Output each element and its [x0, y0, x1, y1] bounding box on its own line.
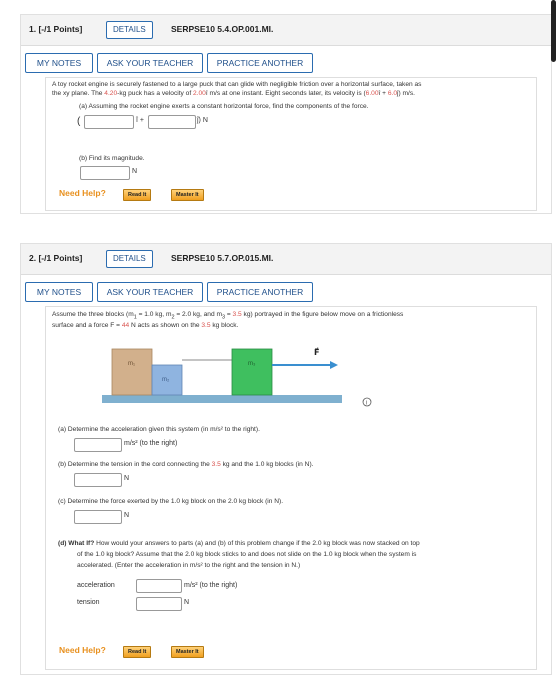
- scrollbar[interactable]: [551, 0, 556, 62]
- ask-teacher-button[interactable]: ASK YOUR TEACHER: [97, 282, 203, 302]
- acceleration-input[interactable]: [74, 438, 122, 452]
- arrow-head: [330, 361, 338, 369]
- contact-force-input[interactable]: [74, 510, 122, 524]
- part-c-text: (c) Determine the force exerted by the 1…: [58, 498, 284, 505]
- i-hat-label: î +: [136, 117, 144, 124]
- contact-force-unit: N: [124, 512, 130, 519]
- frictionless-surface: [102, 395, 342, 403]
- m1-label: m₁: [128, 361, 135, 367]
- read-it-button[interactable]: Read It: [123, 646, 152, 658]
- part-b-text: (b) Determine the tension in the cord co…: [58, 461, 314, 468]
- stacked-acceleration-input[interactable]: [136, 579, 182, 593]
- acceleration-unit: m/s² (to the right): [124, 440, 178, 447]
- stacked-tension-input[interactable]: [136, 597, 182, 611]
- problem-1-title: 1. [-/1 Points]: [29, 24, 83, 34]
- problem-1-header: 1. [-/1 Points] DETAILS SERPSE10 5.4.OP.…: [21, 15, 551, 46]
- problem-1: 1. [-/1 Points] DETAILS SERPSE10 5.4.OP.…: [20, 14, 552, 214]
- problem-2: 2. [-/1 Points] DETAILS SERPSE10 5.7.OP.…: [20, 243, 552, 675]
- acceleration-label: acceleration: [77, 582, 115, 589]
- block-m1: [111, 348, 153, 396]
- need-help-label: Need Help?: [59, 645, 106, 655]
- question-text-2: surface and a force F = 44 N acts as sho…: [52, 322, 239, 329]
- question-text: A toy rocket engine is securely fastened…: [52, 81, 422, 88]
- my-notes-button[interactable]: MY NOTES: [25, 53, 93, 73]
- problem-2-body: Assume the three blocks (m1 = 1.0 kg, m2…: [45, 306, 537, 670]
- info-icon[interactable]: i: [362, 397, 372, 407]
- tension-label: tension: [77, 599, 100, 606]
- master-it-button[interactable]: Master It: [171, 646, 204, 658]
- problem-1-body: A toy rocket engine is securely fastened…: [45, 77, 537, 211]
- magnitude-input[interactable]: [80, 166, 130, 180]
- force-label: F⃗: [314, 347, 319, 357]
- problem-code: SERPSE10 5.4.OP.001.MI.: [171, 24, 274, 34]
- master-it-button[interactable]: Master It: [171, 189, 204, 201]
- problem-2-header: 2. [-/1 Points] DETAILS SERPSE10 5.7.OP.…: [21, 244, 551, 275]
- tension-input[interactable]: [74, 473, 122, 487]
- force-y-input[interactable]: [148, 115, 196, 129]
- open-paren: (: [77, 116, 81, 127]
- m3-label: m₃: [248, 361, 256, 367]
- svg-text:i: i: [366, 401, 367, 407]
- details-button[interactable]: DETAILS: [106, 250, 153, 268]
- magnitude-unit: N: [132, 168, 138, 175]
- j-hat-label: ĵ) N: [197, 117, 208, 124]
- part-a-text: (a) Determine the acceleration given thi…: [58, 426, 260, 433]
- part-a-text: (a) Assuming the rocket engine exerts a …: [79, 103, 369, 110]
- ask-teacher-button[interactable]: ASK YOUR TEACHER: [97, 53, 203, 73]
- practice-another-button[interactable]: PRACTICE ANOTHER: [207, 282, 313, 302]
- question-text-2: the xy plane. The 4.20-kg puck has a vel…: [52, 90, 415, 97]
- tension-unit: N: [124, 475, 130, 482]
- force-x-input[interactable]: [84, 115, 134, 129]
- block-m3: [231, 348, 273, 396]
- stacked-acceleration-unit: m/s² (to the right): [184, 582, 238, 589]
- part-d-text-3: accelerated. (Enter the acceleration in …: [77, 562, 301, 569]
- read-it-button[interactable]: Read It: [123, 189, 152, 201]
- part-b-text: (b) Find its magnitude.: [79, 155, 145, 162]
- details-button[interactable]: DETAILS: [106, 21, 153, 39]
- stacked-tension-unit: N: [184, 599, 190, 606]
- my-notes-button[interactable]: MY NOTES: [25, 282, 93, 302]
- blocks-figure: m₁ m₂ m₃ F⃗: [102, 347, 342, 403]
- part-d-text-2: of the 1.0 kg block? Assume that the 2.0…: [77, 551, 417, 558]
- practice-another-button[interactable]: PRACTICE ANOTHER: [207, 53, 313, 73]
- m2-label: m₂: [162, 377, 170, 383]
- problem-code: SERPSE10 5.7.OP.015.MI.: [171, 253, 274, 263]
- part-d-text: (d) What If? How would your answers to p…: [58, 540, 420, 547]
- need-help-label: Need Help?: [59, 188, 106, 198]
- problem-2-title: 2. [-/1 Points]: [29, 253, 83, 263]
